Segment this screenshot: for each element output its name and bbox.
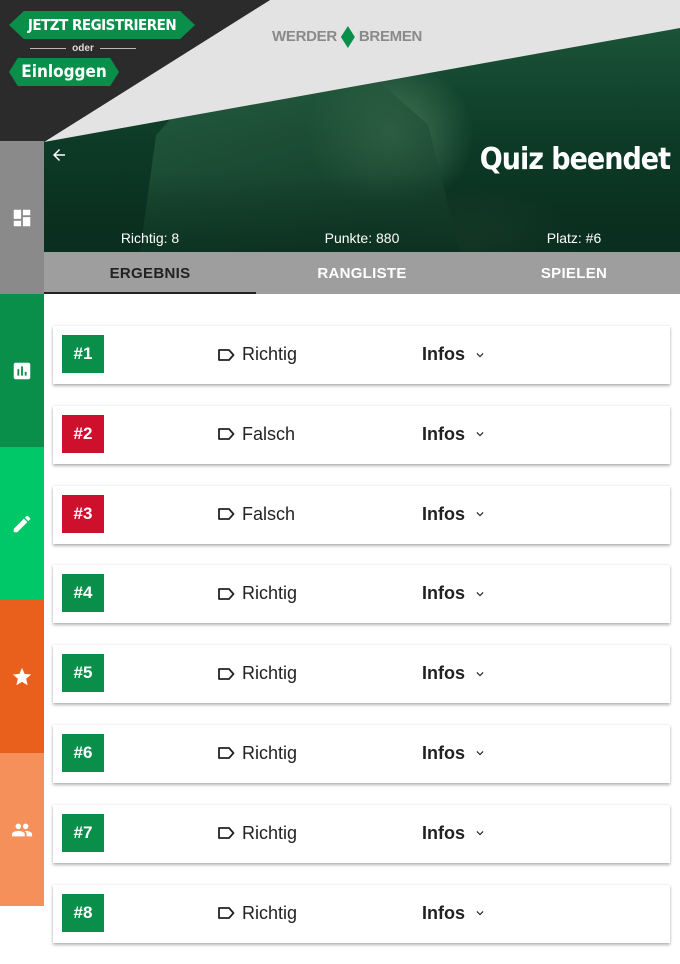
tab-spielen[interactable]: SPIELEN <box>468 252 680 294</box>
sidebar-item-community[interactable] <box>0 753 44 906</box>
question-number-badge: #5 <box>62 654 104 693</box>
quiz-stats: Richtig: 8 Punkte: 880 Platz: #6 <box>44 230 680 248</box>
question-number-badge: #1 <box>62 335 104 373</box>
chevron-down-icon <box>476 751 484 756</box>
register-button[interactable]: JETZT REGISTRIEREN <box>9 11 195 39</box>
result-card: #5 Richtig Infos <box>53 645 670 704</box>
dashboard-icon <box>13 209 31 226</box>
result-card: #6 Richtig Infos <box>53 724 670 783</box>
result-status-text: Richtig <box>242 742 298 763</box>
result-status: Richtig <box>217 663 297 684</box>
label-tag-icon <box>218 747 235 760</box>
result-status: Richtig <box>217 743 297 764</box>
label-tag-icon <box>218 667 235 680</box>
infos-label: Infos <box>422 822 465 843</box>
result-status: Falsch <box>217 424 295 445</box>
question-number-badge: #2 <box>62 414 104 453</box>
result-status-text: Falsch <box>242 503 296 524</box>
chevron-down-icon <box>476 352 484 357</box>
rank-value: Platz: #6 <box>546 230 602 246</box>
tab-ergebnis[interactable]: ERGEBNIS <box>44 252 256 294</box>
result-card: #8 Richtig Infos <box>53 884 670 943</box>
sidebar-item-favorites[interactable] <box>0 600 44 753</box>
chevron-down-icon <box>476 432 484 437</box>
label-tag-icon <box>218 428 235 441</box>
chevron-down-icon <box>476 671 484 677</box>
bar-chart-icon <box>13 362 31 379</box>
or-label: oder <box>72 42 94 54</box>
chevron-down-icon <box>476 911 484 916</box>
club-logo: WERDER BREMEN <box>272 22 422 50</box>
or-divider: oder <box>30 42 137 54</box>
infos-toggle[interactable]: Infos <box>422 583 487 604</box>
question-number-badge: #8 <box>62 893 104 932</box>
infos-toggle[interactable]: Infos <box>422 823 487 844</box>
question-number-badge: #3 <box>62 494 104 533</box>
logo-text-right: BREMEN <box>358 27 423 45</box>
question-number-badge: #7 <box>62 813 104 852</box>
logo-text-left: WERDER <box>272 27 337 45</box>
points-count: Punkte: 880 <box>324 230 400 246</box>
sidebar-item-dashboard[interactable] <box>0 141 44 294</box>
werder-diamond-icon <box>339 22 357 50</box>
label-tag-icon <box>218 587 235 600</box>
question-number-badge: #6 <box>62 733 104 772</box>
correct-count: Richtig: 8 <box>120 230 180 246</box>
label-tag-icon <box>218 907 235 919</box>
result-status: Falsch <box>217 504 295 525</box>
page-title: Quiz beendet <box>479 142 671 177</box>
results-list: #1 Richtig Infos #2 Falsch Infos #3 Fals… <box>53 326 670 964</box>
question-number-badge: #4 <box>62 574 104 613</box>
label-tag-icon <box>218 508 235 520</box>
label-tag-icon <box>218 827 235 840</box>
result-card: #2 Falsch Infos <box>53 405 670 464</box>
result-status: Richtig <box>217 823 297 844</box>
people-icon <box>11 823 33 836</box>
result-status: Richtig <box>217 344 297 365</box>
infos-label: Infos <box>422 344 465 364</box>
tab-rangliste[interactable]: RANGLISTE <box>256 252 468 294</box>
or-divider-line <box>99 47 137 49</box>
infos-label: Infos <box>422 583 465 604</box>
infos-label: Infos <box>422 503 465 524</box>
sidebar-item-edit[interactable] <box>0 447 44 600</box>
result-status-text: Richtig <box>242 583 298 604</box>
arrow-left-icon[interactable] <box>50 146 68 168</box>
star-icon <box>12 667 32 685</box>
infos-label: Infos <box>422 423 465 444</box>
result-card: #4 Richtig Infos <box>53 565 670 624</box>
result-status-text: Richtig <box>242 822 298 843</box>
infos-toggle[interactable]: Infos <box>422 663 487 684</box>
chevron-down-icon <box>476 591 484 597</box>
result-status-text: Richtig <box>242 344 298 364</box>
chevron-down-icon <box>476 512 484 517</box>
sidebar-item-statistics[interactable] <box>0 294 44 447</box>
result-card: #7 Richtig Infos <box>53 804 670 863</box>
result-status-text: Richtig <box>242 663 298 684</box>
sidebar <box>0 141 44 906</box>
infos-toggle[interactable]: Infos <box>422 424 487 445</box>
result-card: #3 Falsch Infos <box>53 485 670 544</box>
result-tabs: ERGEBNIS RANGLISTE SPIELEN <box>44 252 680 294</box>
infos-toggle[interactable]: Infos <box>422 344 487 365</box>
label-tag-icon <box>218 348 235 361</box>
login-button[interactable]: Einloggen <box>9 58 119 86</box>
result-card: #1 Richtig Infos <box>53 326 670 384</box>
result-status-text: Falsch <box>242 423 296 444</box>
infos-toggle[interactable]: Infos <box>422 504 487 525</box>
chevron-down-icon <box>476 831 484 836</box>
result-status: Richtig <box>217 583 297 604</box>
or-divider-line <box>30 47 67 49</box>
infos-toggle[interactable]: Infos <box>422 743 487 764</box>
infos-label: Infos <box>422 663 465 684</box>
infos-label: Infos <box>422 742 465 763</box>
pencil-icon <box>13 515 31 532</box>
